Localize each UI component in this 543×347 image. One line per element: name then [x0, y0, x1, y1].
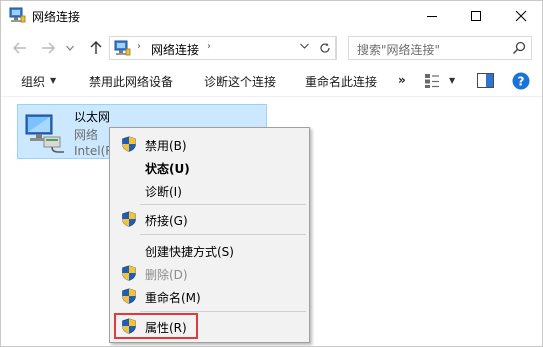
breadcrumb[interactable]: 网络连接: [151, 41, 199, 58]
chevron-down-icon: [66, 45, 74, 51]
menu-separator: [140, 311, 306, 312]
more-commands-button[interactable]: »: [398, 73, 406, 87]
uac-shield-icon: [122, 211, 136, 227]
search-icon[interactable]: [511, 40, 527, 56]
menu-item-disable[interactable]: 禁用(B): [113, 133, 306, 155]
network-connections-icon: [9, 7, 26, 23]
chevron-down-icon: [300, 43, 309, 49]
ethernet-adapter-icon: [25, 114, 64, 153]
maximize-button[interactable]: [453, 1, 499, 31]
back-button[interactable]: [9, 37, 31, 59]
menu-item-status[interactable]: 状态(U): [113, 156, 306, 178]
title-bar: 网络连接: [1, 1, 542, 31]
recent-locations-button[interactable]: [63, 37, 77, 59]
menu-item-label: 诊断(I): [145, 185, 182, 199]
disable-device-button[interactable]: 禁用此网络设备: [89, 73, 173, 90]
caret-down-icon[interactable]: ▼: [50, 76, 56, 85]
arrow-right-icon: [42, 42, 55, 54]
address-history-dropdown[interactable]: [300, 41, 309, 52]
preview-pane-icon[interactable]: [477, 73, 494, 88]
context-menu: 禁用(B) 状态(U) 诊断(I) 桥接(G) 创建快捷方式(S) 删除(D) …: [109, 127, 310, 343]
uac-shield-icon: [122, 136, 136, 152]
maximize-icon: [471, 11, 481, 21]
forward-button[interactable]: [37, 37, 59, 59]
organize-menu[interactable]: 组织: [21, 73, 45, 90]
caret-down-icon[interactable]: ▼: [449, 76, 455, 85]
command-bar: 组织 ▼ 禁用此网络设备 诊断这个连接 重命名此连接 » ▼ ?: [1, 65, 542, 97]
menu-item-label: 创建快捷方式(S): [145, 245, 234, 259]
arrow-up-icon: [90, 41, 102, 54]
adapter-device: Intel(R: [74, 144, 114, 158]
search-input[interactable]: 搜索"网络连接": [348, 36, 532, 60]
menu-item-delete[interactable]: 删除(D): [113, 262, 306, 284]
up-button[interactable]: [85, 37, 107, 59]
menu-item-label: 禁用(B): [145, 139, 187, 153]
arrow-left-icon: [13, 42, 26, 54]
menu-item-label: 状态(U): [145, 162, 190, 176]
menu-item-label: 删除(D): [145, 268, 188, 282]
help-icon[interactable]: ?: [512, 72, 530, 90]
menu-item-diagnose[interactable]: 诊断(I): [113, 179, 306, 201]
menu-item-create-shortcut[interactable]: 创建快捷方式(S): [113, 239, 306, 261]
refresh-button[interactable]: [314, 36, 336, 60]
svg-text:?: ?: [518, 75, 525, 89]
address-row: › 网络连接 › 搜索"网络连接": [1, 33, 542, 63]
explorer-window: 网络连接 › 网络连接 › 搜索"网络连接" 组织 ▼ 禁用此网络设备 诊断这个…: [0, 0, 543, 347]
menu-item-label: 桥接(G): [145, 214, 188, 228]
menu-item-bridge[interactable]: 桥接(G): [113, 208, 306, 230]
adapter-name: 以太网: [74, 110, 111, 124]
breadcrumb-separator[interactable]: ›: [207, 41, 211, 52]
uac-shield-icon: [122, 265, 136, 281]
menu-separator: [140, 204, 306, 205]
adapter-network: 网络: [74, 128, 99, 142]
address-bar[interactable]: › 网络连接 ›: [109, 36, 337, 60]
refresh-icon: [319, 43, 330, 53]
breadcrumb-separator[interactable]: ›: [137, 41, 141, 52]
close-icon: [515, 10, 527, 22]
menu-separator: [140, 234, 306, 235]
rename-connection-button[interactable]: 重命名此连接: [305, 73, 377, 90]
highlight-box: [114, 313, 198, 339]
minimize-button[interactable]: [409, 1, 455, 31]
minimize-icon: [427, 16, 437, 17]
close-button[interactable]: [498, 1, 542, 31]
menu-item-label: 重命名(M): [145, 291, 201, 305]
menu-item-rename[interactable]: 重命名(M): [113, 285, 306, 307]
change-view-icon[interactable]: [424, 73, 440, 89]
window-title: 网络连接: [32, 10, 81, 24]
uac-shield-icon: [122, 288, 136, 304]
network-connections-icon: [114, 40, 131, 56]
search-placeholder: 搜索"网络连接": [357, 43, 441, 57]
diagnose-button[interactable]: 诊断这个连接: [204, 73, 276, 90]
